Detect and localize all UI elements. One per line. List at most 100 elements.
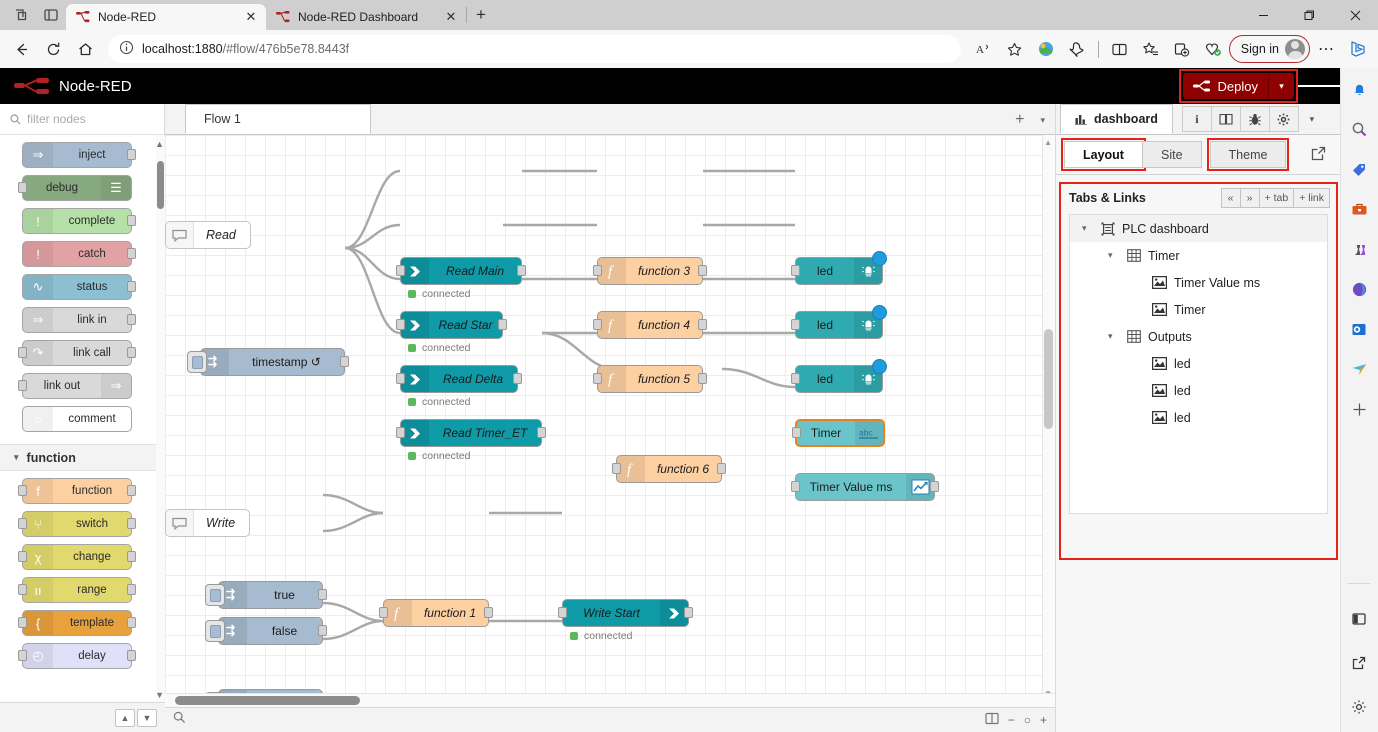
debug-icon[interactable]: [1240, 106, 1270, 132]
games-icon[interactable]: [1347, 236, 1373, 262]
palette-node-function[interactable]: ffunction: [22, 478, 132, 504]
scroll-up-icon[interactable]: ▲: [155, 139, 164, 149]
palette-node-link-call[interactable]: ↷link call: [22, 340, 132, 366]
flow-node-function6[interactable]: ffunction 6: [616, 455, 722, 483]
settings-icon[interactable]: [1269, 106, 1299, 132]
scroll-up-icon[interactable]: ▲: [1044, 138, 1052, 147]
output-port[interactable]: [513, 373, 522, 384]
office-icon[interactable]: [1347, 276, 1373, 302]
palette-node-delay[interactable]: ◴delay: [22, 643, 132, 669]
palette-scroll-thumb[interactable]: [157, 161, 164, 209]
output-port[interactable]: [127, 551, 136, 562]
bell-icon[interactable]: [1347, 76, 1373, 102]
palette-category-function[interactable]: ▾ function: [0, 444, 165, 471]
inject-trigger-button[interactable]: [205, 620, 225, 642]
flow-node-led2[interactable]: led: [795, 311, 883, 339]
input-port[interactable]: [18, 650, 27, 661]
tag-icon[interactable]: [1347, 156, 1373, 182]
palette-node-catch[interactable]: !catch: [22, 241, 132, 267]
scroll-down-icon[interactable]: ▼: [155, 690, 164, 700]
tab-layout[interactable]: Layout: [1064, 141, 1143, 168]
favorite-star-icon[interactable]: [1000, 34, 1030, 64]
add-tab-button[interactable]: + tab: [1259, 188, 1295, 208]
inject-trigger-button[interactable]: [205, 584, 225, 606]
flow-node-read_main[interactable]: Read Main: [400, 257, 522, 285]
output-port[interactable]: [498, 319, 507, 330]
input-port[interactable]: [612, 463, 621, 474]
input-port[interactable]: [558, 607, 567, 618]
favorites-list-icon[interactable]: [1136, 34, 1166, 64]
input-port[interactable]: [379, 607, 388, 618]
flow-menu-button[interactable]: ▾: [1040, 115, 1045, 126]
input-port[interactable]: [18, 584, 27, 595]
output-port[interactable]: [318, 589, 327, 600]
split-screen-icon[interactable]: [1105, 34, 1135, 64]
palette-node-inject[interactable]: ⇒inject: [22, 142, 132, 168]
chevron-down-icon[interactable]: ▾: [1108, 331, 1119, 342]
window-close-button[interactable]: [1332, 0, 1378, 30]
address-bar[interactable]: localhost:1880/#flow/476b5e78.8443f: [108, 35, 961, 63]
palette-node-switch[interactable]: ⑂switch: [22, 511, 132, 537]
flow-node-read_timer[interactable]: Read Timer_ET: [400, 419, 542, 447]
flow-node-timestamp[interactable]: timestamp ↺: [200, 348, 345, 376]
bing-copilot-icon[interactable]: [1342, 34, 1372, 64]
tree-item-led[interactable]: led: [1070, 377, 1327, 404]
search-icon[interactable]: [173, 711, 186, 729]
palette-search-box[interactable]: filter nodes: [0, 104, 164, 135]
input-port[interactable]: [18, 182, 27, 193]
output-port[interactable]: [127, 215, 136, 226]
zoom-in-button[interactable]: +: [1040, 713, 1047, 727]
flow-node-function3[interactable]: ffunction 3: [597, 257, 703, 285]
input-port[interactable]: [791, 319, 800, 330]
output-port[interactable]: [127, 518, 136, 529]
deploy-dropdown-button[interactable]: ▾: [1268, 73, 1294, 99]
paper-plane-icon[interactable]: [1347, 356, 1373, 382]
output-port[interactable]: [318, 625, 327, 636]
reload-button[interactable]: [38, 34, 68, 64]
tree-item-outputs[interactable]: ▾Outputs: [1070, 323, 1327, 350]
expand-all-button[interactable]: ▼: [137, 709, 157, 727]
flow-node-led1[interactable]: led: [795, 257, 883, 285]
browser-tab-1[interactable]: Node-RED Dashboard ✕: [266, 4, 466, 30]
comment-node[interactable]: Write: [165, 509, 250, 537]
tree-item-led[interactable]: led: [1070, 404, 1327, 431]
sidebar-menu-button[interactable]: ▾: [1299, 106, 1325, 132]
input-port[interactable]: [791, 265, 800, 276]
weather-icon[interactable]: [1031, 34, 1061, 64]
input-port[interactable]: [18, 380, 27, 391]
tab-dashboard[interactable]: dashboard: [1060, 104, 1173, 134]
deploy-button[interactable]: Deploy: [1183, 73, 1268, 99]
flow-canvas[interactable]: ReadWritetimestamp ↺Read MainconnectedRe…: [165, 135, 1055, 717]
tab-site[interactable]: Site: [1142, 141, 1202, 168]
input-port[interactable]: [18, 518, 27, 529]
search-icon[interactable]: [1347, 116, 1373, 142]
close-icon[interactable]: ✕: [442, 8, 460, 26]
main-menu-button[interactable]: [1298, 68, 1340, 104]
input-port[interactable]: [593, 373, 602, 384]
chevron-down-icon[interactable]: ▾: [1082, 223, 1093, 234]
output-port[interactable]: [537, 427, 546, 438]
output-port[interactable]: [930, 481, 939, 492]
vertical-tabs-icon[interactable]: [36, 2, 66, 28]
palette-node-range[interactable]: ıırange: [22, 577, 132, 603]
open-dashboard-icon[interactable]: [1311, 146, 1326, 166]
tree-item-led[interactable]: led: [1070, 350, 1327, 377]
output-port[interactable]: [127, 584, 136, 595]
tab-flow-1[interactable]: Flow 1: [185, 104, 371, 134]
close-icon[interactable]: ✕: [242, 8, 260, 26]
input-port[interactable]: [593, 265, 602, 276]
add-link-button[interactable]: + link: [1293, 188, 1330, 208]
input-port[interactable]: [396, 319, 405, 330]
input-port[interactable]: [18, 551, 27, 562]
palette-scrollbar[interactable]: ▲ ▼: [156, 135, 165, 702]
info-icon[interactable]: i: [1182, 106, 1212, 132]
input-port[interactable]: [18, 485, 27, 496]
output-port[interactable]: [127, 248, 136, 259]
input-port[interactable]: [18, 347, 27, 358]
canvas-vertical-thumb[interactable]: [1044, 329, 1053, 429]
browser-essentials-icon[interactable]: [1198, 34, 1228, 64]
flow-node-function5[interactable]: ffunction 5: [597, 365, 703, 393]
tree-item-timer-value-ms[interactable]: Timer Value ms: [1070, 269, 1327, 296]
open-external-icon[interactable]: [1346, 650, 1372, 676]
flow-node-timer_chart[interactable]: Timer Value ms: [795, 473, 935, 501]
